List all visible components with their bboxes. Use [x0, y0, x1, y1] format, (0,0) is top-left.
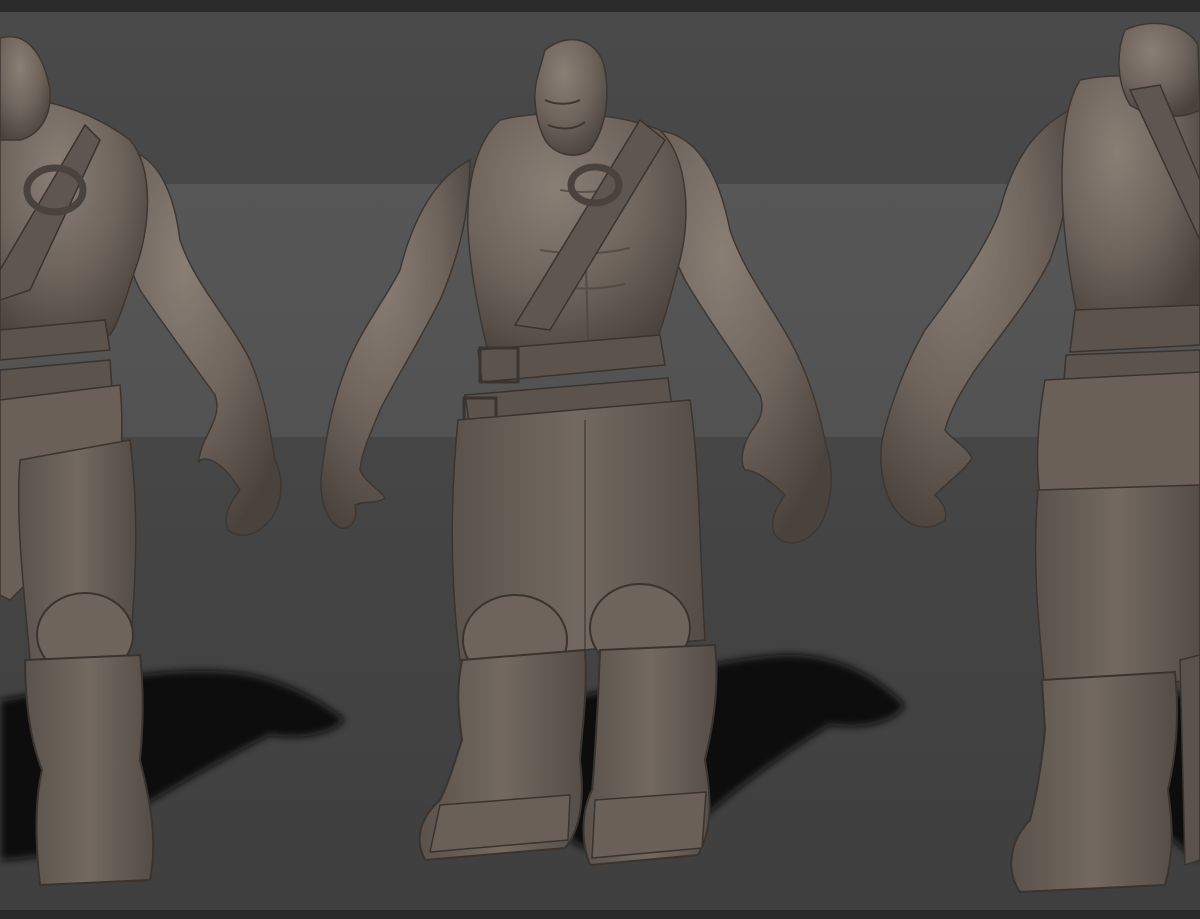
figure-right-belt — [1069, 304, 1200, 353]
figure-right-pants — [1034, 484, 1200, 691]
figure-left-head — [0, 35, 51, 141]
figure-right-boot — [1010, 670, 1179, 894]
figure-right-skirt — [1036, 371, 1200, 496]
figure-center-arm-left — [320, 158, 471, 529]
figure-left — [0, 35, 282, 887]
figure-left-boot — [23, 653, 155, 887]
figure-center-head — [534, 39, 608, 156]
character-render — [0, 22, 1200, 894]
sculpt-viewport — [0, 0, 1200, 919]
figure-right — [880, 22, 1200, 894]
